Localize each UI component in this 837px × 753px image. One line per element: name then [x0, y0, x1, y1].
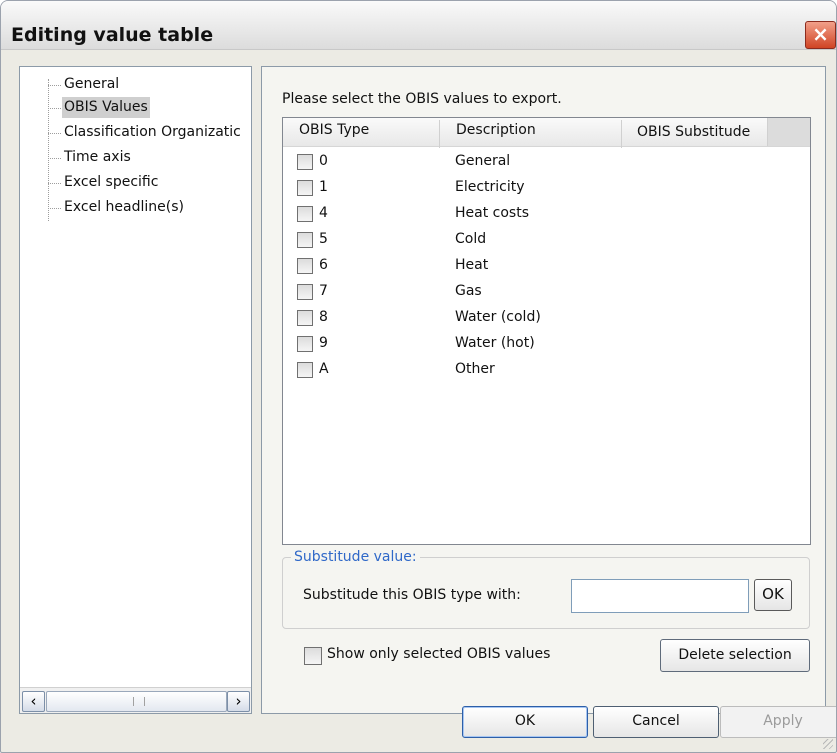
obis-values-panel: Please select the OBIS values to export.… — [261, 66, 826, 714]
tree-item-label: Excel specific — [64, 174, 159, 190]
tree-item-label: Time axis — [64, 149, 131, 165]
scrollbar-thumb[interactable] — [46, 691, 227, 712]
tree-connector — [48, 208, 61, 209]
column-header-filler — [768, 118, 810, 146]
tree-connector — [48, 108, 61, 109]
table-row[interactable]: 4 Heat costs — [283, 201, 810, 227]
delete-selection-button[interactable]: Delete selection — [660, 639, 810, 672]
table-row[interactable]: 8 Water (cold) — [283, 305, 810, 331]
close-button[interactable]: × — [805, 21, 836, 49]
apply-button[interactable]: Apply — [720, 706, 836, 738]
table-row[interactable]: 1 Electricity — [283, 175, 810, 201]
column-header-description[interactable]: Description — [440, 120, 622, 148]
chevron-right-icon: › — [235, 692, 242, 710]
close-icon: × — [812, 22, 829, 46]
obis-type-cell: 0 — [319, 153, 328, 169]
description-cell: Electricity — [455, 179, 525, 195]
ok-button[interactable]: OK — [462, 706, 588, 738]
tree-item-label: Excel headline(s) — [64, 199, 184, 215]
title-bar: Editing value table × — [1, 1, 836, 50]
table-row[interactable]: 0 General — [283, 149, 810, 175]
tree-connector — [48, 183, 61, 184]
row-checkbox[interactable] — [297, 206, 313, 222]
row-checkbox[interactable] — [297, 362, 313, 378]
tree-item-excel-specific[interactable]: Excel specific — [48, 171, 253, 195]
settings-tree: General OBIS Values Classification Organ… — [19, 66, 252, 714]
obis-type-cell: 6 — [319, 257, 328, 273]
column-header-obis-substitude[interactable]: OBIS Substitude — [622, 118, 768, 146]
list-header: OBIS Type Description OBIS Substitude — [283, 118, 810, 148]
description-cell: Heat costs — [455, 205, 529, 221]
tree-connector — [48, 85, 61, 86]
substitute-value-group: Substitude value: Substitude this OBIS t… — [282, 547, 810, 629]
show-only-selected-label[interactable]: Show only selected OBIS values — [327, 646, 550, 662]
substitute-label: Substitude this OBIS type with: — [303, 587, 521, 603]
scroll-right-button[interactable]: › — [227, 691, 250, 712]
table-row[interactable]: 7 Gas — [283, 279, 810, 305]
row-checkbox[interactable] — [297, 258, 313, 274]
tree-item-label: OBIS Values — [62, 97, 150, 118]
substitute-ok-button[interactable]: OK — [754, 579, 792, 611]
tree-item-label: Classification Organizatic — [64, 124, 241, 140]
substitute-input[interactable] — [571, 579, 749, 613]
tree-item-obis-values[interactable]: OBIS Values — [48, 96, 253, 120]
obis-values-list: OBIS Type Description OBIS Substitude 0 … — [282, 117, 811, 545]
editing-value-table-dialog: Editing value table × General OBIS Value… — [0, 0, 837, 753]
description-cell: Water (cold) — [455, 309, 541, 325]
obis-type-cell: 4 — [319, 205, 328, 221]
row-checkbox[interactable] — [297, 284, 313, 300]
scroll-grip-icon — [133, 697, 145, 706]
obis-type-cell: 1 — [319, 179, 328, 195]
show-only-selected-checkbox[interactable] — [304, 647, 322, 665]
table-row[interactable]: 5 Cold — [283, 227, 810, 253]
row-checkbox[interactable] — [297, 154, 313, 170]
row-checkbox[interactable] — [297, 232, 313, 248]
substitute-group-title: Substitude value: — [291, 547, 420, 567]
tree-item-general[interactable]: General — [48, 73, 253, 97]
row-checkbox[interactable] — [297, 180, 313, 196]
tree-item-label: General — [64, 76, 120, 92]
row-checkbox[interactable] — [297, 310, 313, 326]
dialog-title: Editing value table — [11, 24, 214, 46]
resize-grip-icon[interactable] — [823, 739, 833, 749]
obis-type-cell: 9 — [319, 335, 328, 351]
row-checkbox[interactable] — [297, 336, 313, 352]
tree-connector — [48, 158, 61, 159]
description-cell: Heat — [455, 257, 489, 273]
description-cell: Water (hot) — [455, 335, 535, 351]
tree-item-excel-headlines[interactable]: Excel headline(s) — [48, 196, 253, 220]
instruction-text: Please select the OBIS values to export. — [282, 91, 562, 107]
table-row[interactable]: A Other — [283, 357, 810, 383]
obis-type-cell: 8 — [319, 309, 328, 325]
tree-connector — [48, 133, 61, 134]
tree-item-time-axis[interactable]: Time axis — [48, 146, 253, 170]
description-cell: Cold — [455, 231, 487, 247]
tree-horizontal-scrollbar[interactable]: ‹ › — [20, 687, 251, 713]
description-cell: General — [455, 153, 511, 169]
cancel-button[interactable]: Cancel — [593, 706, 719, 738]
table-row[interactable]: 6 Heat — [283, 253, 810, 279]
chevron-left-icon: ‹ — [30, 692, 37, 710]
table-row[interactable]: 9 Water (hot) — [283, 331, 810, 357]
description-cell: Gas — [455, 283, 482, 299]
obis-type-cell: 7 — [319, 283, 328, 299]
tree-item-classification-organization[interactable]: Classification Organizatic — [48, 121, 253, 145]
description-cell: Other — [455, 361, 495, 377]
scroll-left-button[interactable]: ‹ — [22, 691, 45, 712]
obis-type-cell: 5 — [319, 231, 328, 247]
column-header-obis-type[interactable]: OBIS Type — [283, 120, 440, 148]
obis-type-cell: A — [319, 361, 329, 377]
